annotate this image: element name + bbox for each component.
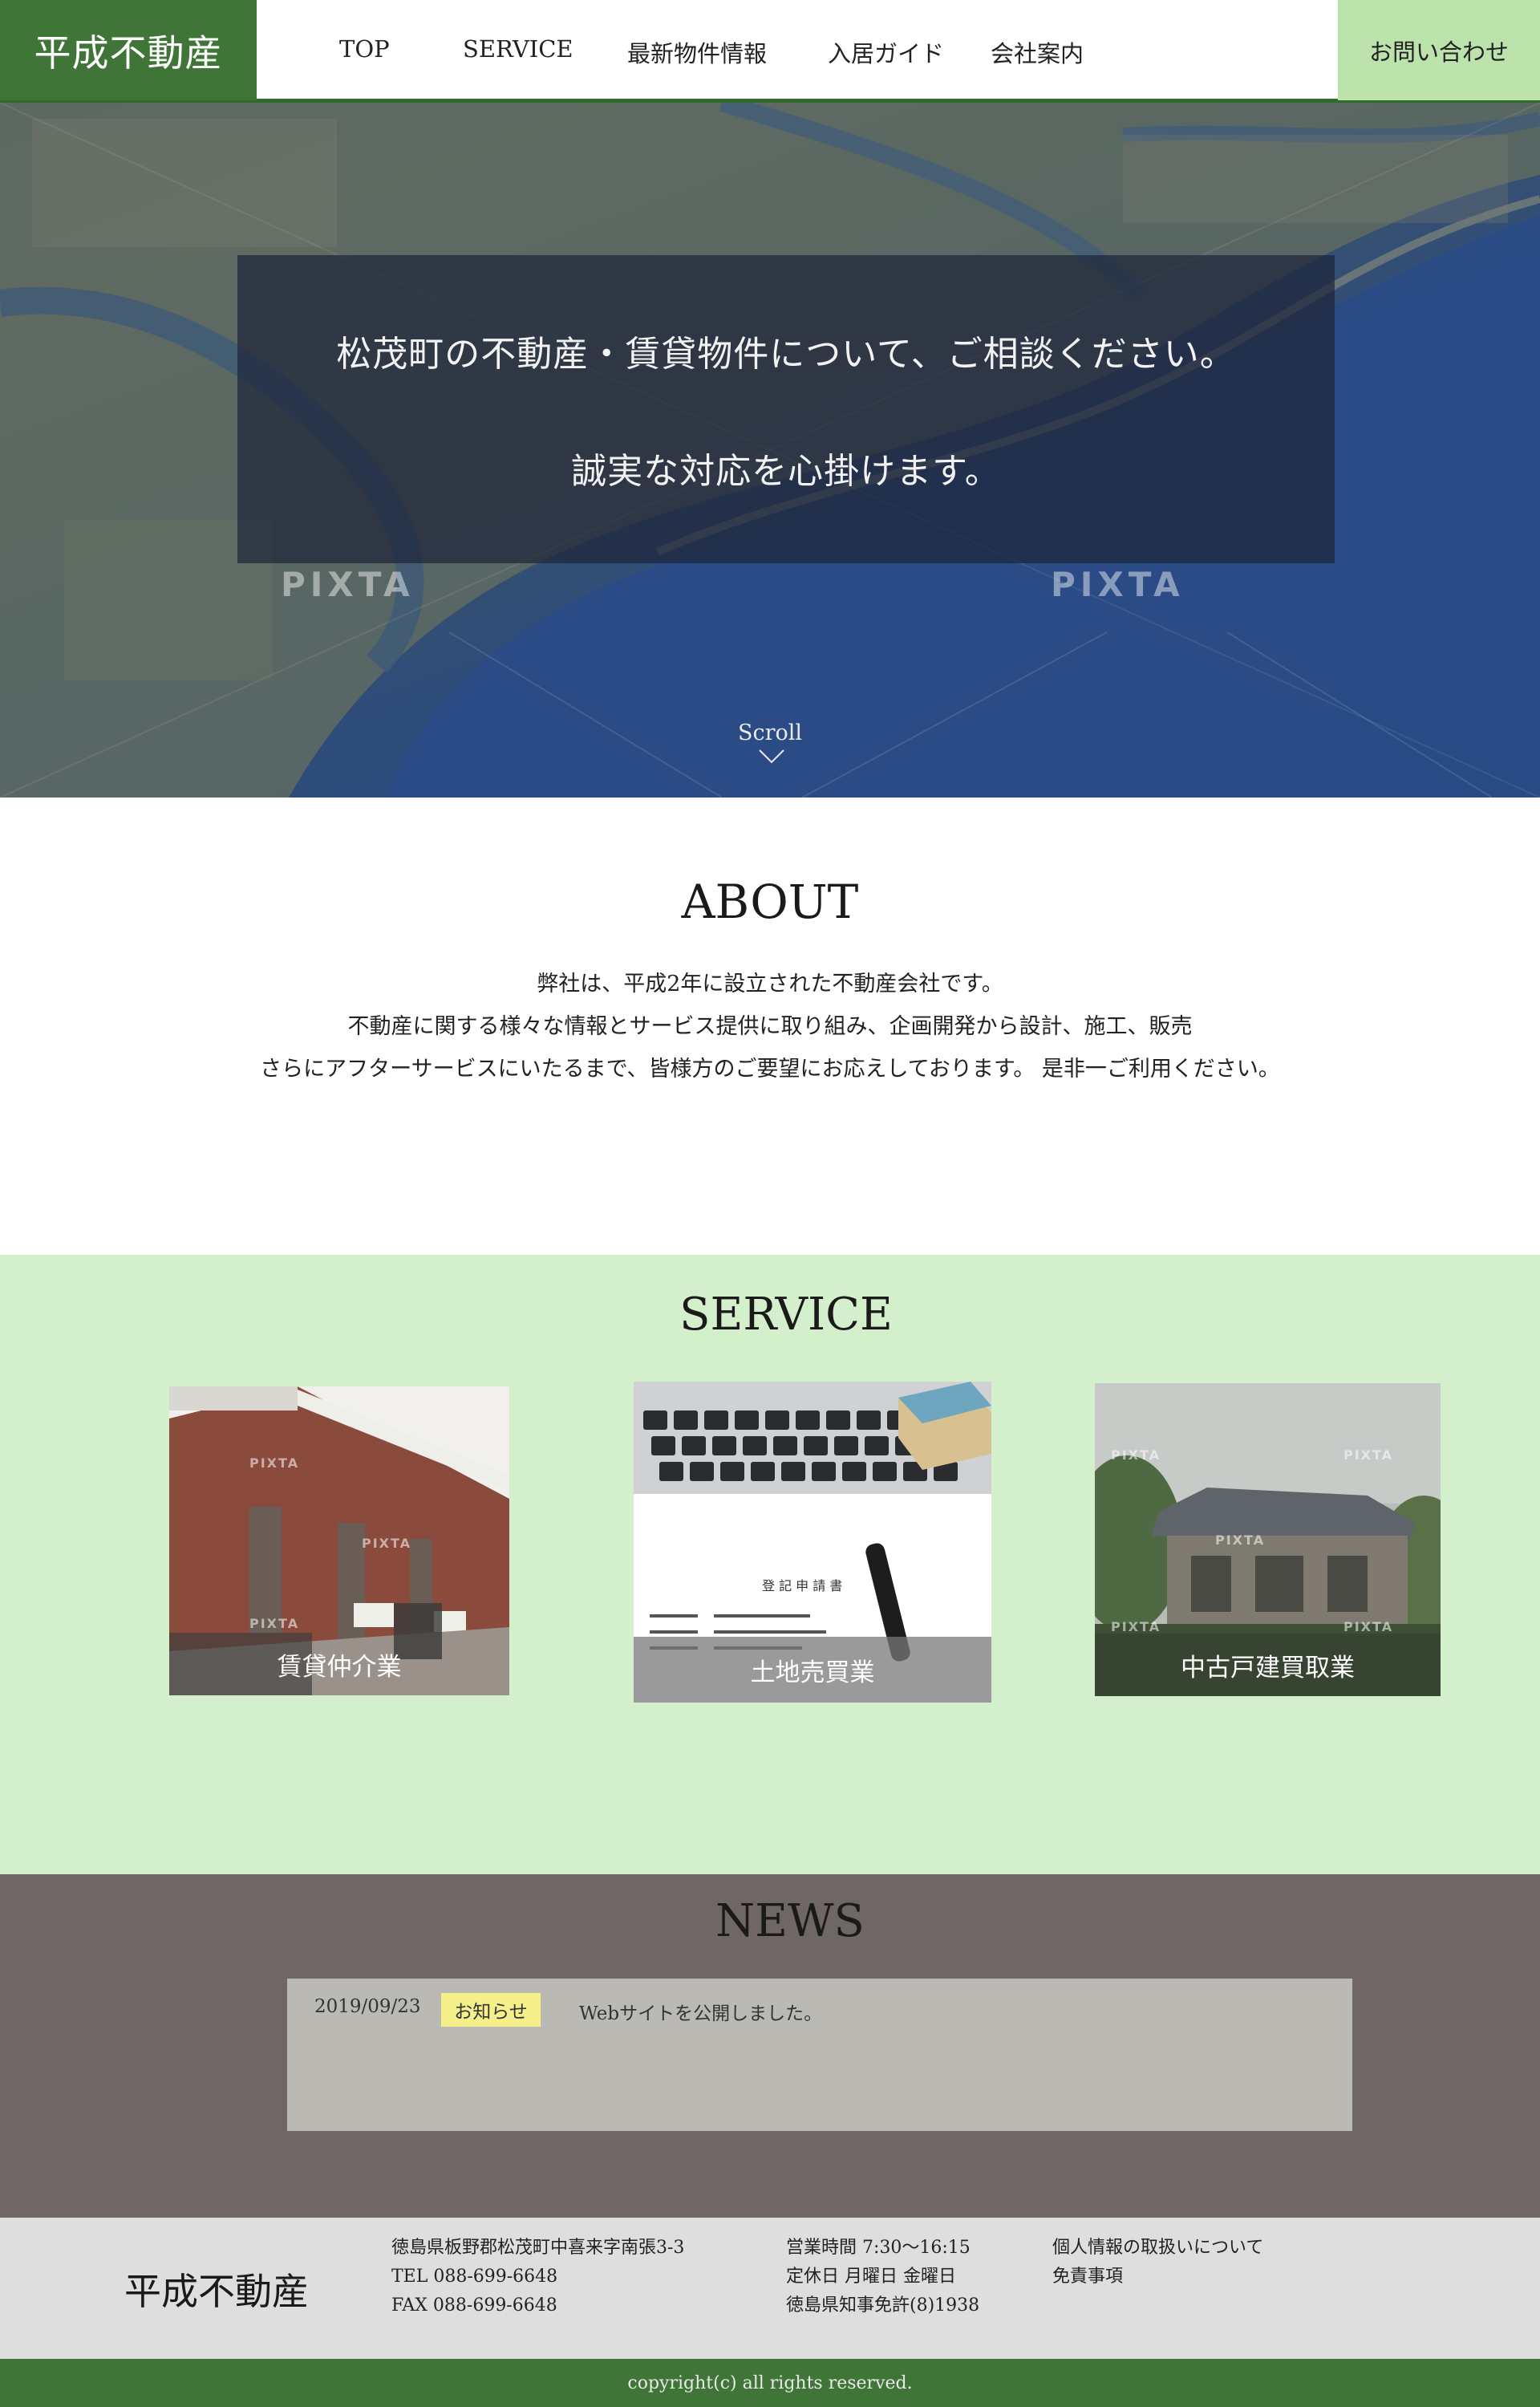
service-card-label: 中古戸建買取業	[1095, 1634, 1441, 1696]
pixta-watermark: PIXTA	[1343, 1619, 1394, 1634]
news-date: 2019/09/23	[314, 1996, 421, 2017]
privacy-policy-link[interactable]: 個人情報の取扱いについて	[1052, 2234, 1263, 2263]
news-section: NEWS 2019/09/23 お知らせ Webサイトを公開しました。	[0, 1874, 1540, 2218]
hero-message-box: 松茂町の不動産・賃貸物件について、ご相談ください。 誠実な対応を心掛けます。	[237, 255, 1335, 563]
service-section: SERVICE PIXTA PIXTA PIXTA 賃貸仲介業 登 記 申 請 …	[0, 1255, 1540, 1874]
pixta-watermark: PIXTA	[249, 1616, 300, 1631]
footer-hours: 営業時間 7:30〜16:15	[786, 2238, 971, 2258]
pixta-watermark: PIXTA	[249, 1455, 300, 1471]
pixta-watermark: PIXTA	[362, 1536, 412, 1551]
about-title: ABOUT	[681, 875, 859, 929]
nav-service[interactable]: SERVICE	[463, 35, 573, 63]
service-card-used-house[interactable]: PIXTA PIXTA PIXTA PIXTA PIXTA 中古戸建買取業	[1095, 1383, 1441, 1696]
news-list: 2019/09/23 お知らせ Webサイトを公開しました。	[287, 1979, 1352, 2131]
news-category-badge: お知らせ	[441, 1993, 541, 2027]
hero-section: PIXTA PIXTA 松茂町の不動産・賃貸物件について、ご相談ください。 誠実…	[0, 103, 1540, 798]
nav-latest-properties[interactable]: 最新物件情報	[627, 35, 767, 69]
footer-tel: TEL 088-699-6648	[391, 2267, 558, 2287]
pixta-watermark: PIXTA	[1111, 1619, 1161, 1634]
scroll-label[interactable]: Scroll	[0, 720, 1540, 745]
pixta-watermark: PIXTA	[1051, 565, 1185, 604]
news-item-link[interactable]: Webサイトを公開しました。	[579, 1998, 822, 2025]
document-title: 登 記 申 請 書	[762, 1578, 842, 1593]
disclaimer-link[interactable]: 免責事項	[1052, 2263, 1263, 2291]
contact-button[interactable]: お問い合わせ	[1338, 0, 1540, 100]
about-line: 不動産に関する様々な情報とサービス提供に取り組み、企画開発から設計、施工、販売	[347, 1014, 1193, 1039]
footer-holiday: 定休日 月曜日 金曜日	[786, 2267, 956, 2287]
about-line: 弊社は、平成2年に設立された不動産会社です。	[537, 972, 1003, 996]
pixta-watermark: PIXTA	[1343, 1447, 1394, 1463]
nav-top[interactable]: TOP	[339, 35, 390, 63]
site-footer: 平成不動産 徳島県板野郡松茂町中喜来字南張3-3 TEL 088-699-664…	[0, 2218, 1540, 2359]
footer-address: 徳島県板野郡松茂町中喜来字南張3-3	[391, 2238, 685, 2258]
pixta-watermark: PIXTA	[1215, 1532, 1266, 1548]
about-line: さらにアフターサービスにいたるまで、皆様方のご要望にお応えしております。 是非一…	[260, 1057, 1280, 1082]
footer-logo[interactable]: 平成不動産	[124, 2263, 309, 2316]
footer-fax: FAX 088-699-6648	[391, 2295, 557, 2316]
hero-subheadline: 誠実な対応を心掛けます。	[571, 451, 1001, 492]
site-logo[interactable]: 平成不動産	[0, 0, 257, 100]
about-description: 弊社は、平成2年に設立された不動産会社です。 不動産に関する様々な情報とサービス…	[0, 963, 1540, 1090]
hero-headline: 松茂町の不動産・賃貸物件について、ご相談ください。	[336, 334, 1236, 375]
footer-links: 個人情報の取扱いについて 免責事項	[1052, 2234, 1263, 2291]
footer-contact-info: 徳島県板野郡松茂町中喜来字南張3-3 TEL 088-699-6648 FAX …	[391, 2234, 684, 2320]
news-title: NEWS	[715, 1895, 865, 1947]
nav-move-in-guide[interactable]: 入居ガイド	[828, 35, 944, 69]
pixta-watermark: PIXTA	[1111, 1447, 1161, 1463]
service-card-label: 土地売買業	[634, 1637, 991, 1703]
footer-business-info: 営業時間 7:30〜16:15 定休日 月曜日 金曜日 徳島県知事免許(8)19…	[786, 2234, 979, 2320]
pixta-watermark: PIXTA	[281, 565, 415, 604]
service-title: SERVICE	[679, 1289, 893, 1341]
service-card-rental[interactable]: PIXTA PIXTA PIXTA 賃貸仲介業	[169, 1386, 509, 1695]
chevron-down-icon[interactable]	[758, 749, 785, 765]
service-card-land[interactable]: 登 記 申 請 書 土地売買業	[634, 1382, 991, 1703]
service-card-label: 賃貸仲介業	[277, 1652, 402, 1682]
nav-company[interactable]: 会社案内	[991, 35, 1084, 69]
copyright: copyright(c) all rights reserved.	[0, 2359, 1540, 2407]
site-header: 平成不動産 TOP SERVICE 最新物件情報 入居ガイド 会社案内 お問い合…	[0, 0, 1540, 103]
footer-license: 徳島県知事免許(8)1938	[786, 2295, 980, 2316]
